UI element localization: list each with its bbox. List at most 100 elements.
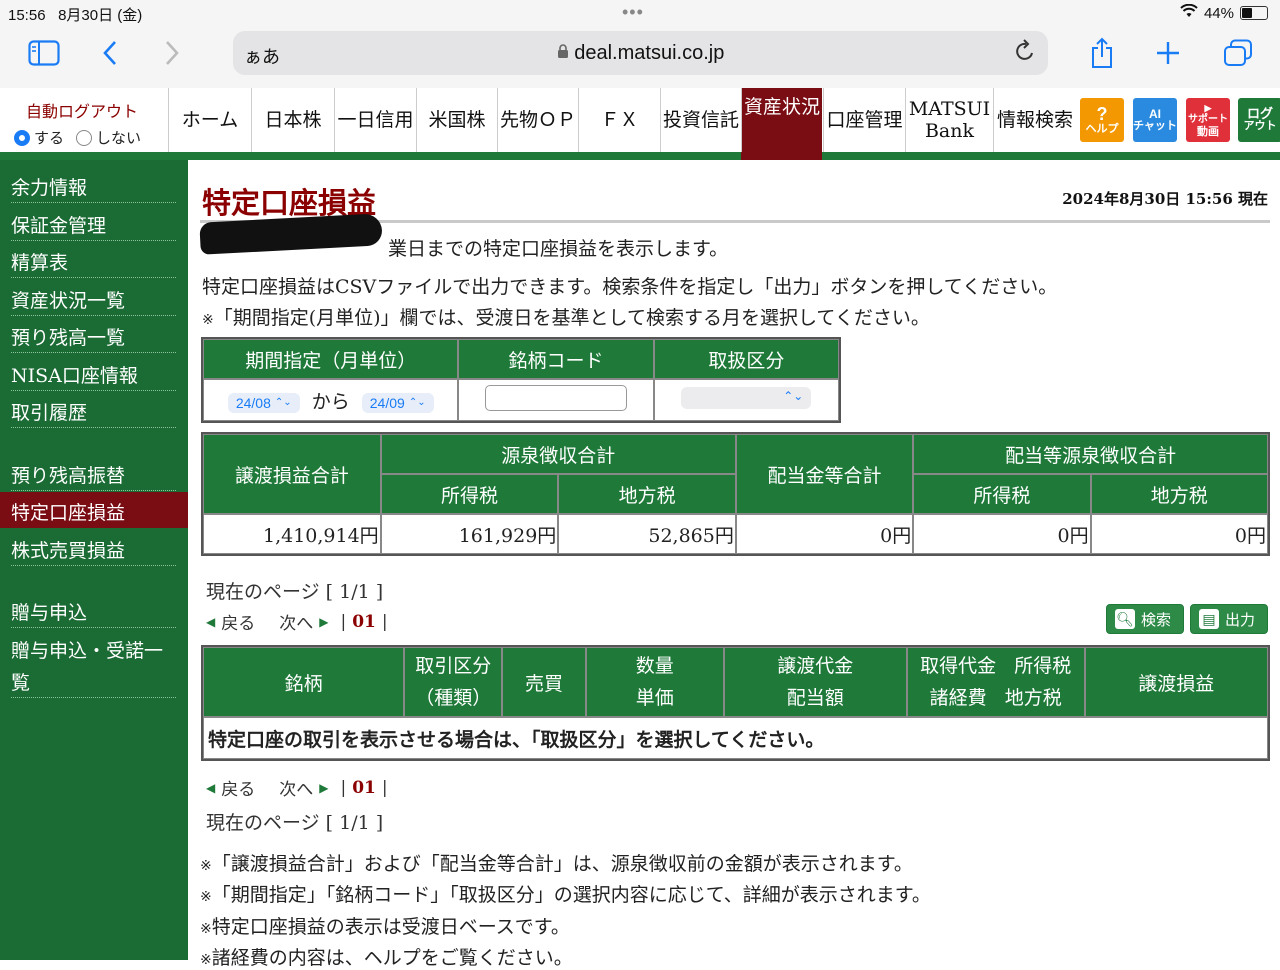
url-text: deal.matsui.co.jp [233,42,1048,65]
logout-icon: ログ [1246,106,1273,121]
sidebar-item-deposit-management[interactable]: 保証金管理 [0,205,188,241]
logout-button[interactable]: ログ アウト [1238,98,1280,142]
lock-icon [557,44,568,58]
sidebar-toggle-icon[interactable] [24,36,64,70]
dividend-withholding-header: 配当等源泉徴収合計 [913,434,1268,474]
nav-futures-options[interactable]: 先物ＯＰ [497,88,578,152]
next-arrow-icon: ▶ [319,780,329,795]
intro-line-1: 業日までの特定口座損益を表示します。 [388,238,729,260]
col-shutoku: 取得代金 所得税 諸経費 地方税 [906,647,1085,717]
period-cell: 24/08 ⌃⌄ から 24/09 ⌃⌄ [203,379,459,421]
results-message: 特定口座の取引を表示させる場合は、「取扱区分」を選択してください。 [203,717,1268,759]
pager-next-link[interactable]: 次へ [279,609,313,634]
battery-percent: 44% [1203,4,1234,22]
pager-page-01[interactable]: 01 [352,612,376,632]
ai-chat-icon: AI [1149,107,1161,121]
dividend-total-header: 配当金等合計 [735,434,914,514]
pager-page-01[interactable]: 01 [352,778,376,798]
status-bar: 15:56 8月30日 (金) ••• 44% [0,0,1280,26]
pager-next-link[interactable]: 次へ [279,775,313,800]
code-header: 銘柄コード [458,339,654,379]
sidebar-item-holdings-list[interactable]: 預り残高一覧 [0,317,188,353]
nav-japan-stocks[interactable]: 日本株 [251,88,334,152]
nav-asset-status[interactable]: 資産状況 [741,88,822,152]
help-icon: ? [1096,104,1108,124]
class-cell: ⌃⌄ [653,379,839,421]
sidebar-item-stock-trade-pl[interactable]: 株式売買損益 [0,530,188,566]
stock-code-input[interactable] [485,384,628,411]
period-header: 期間指定（月単位） [203,339,459,379]
class-select[interactable]: ⌃⌄ [681,386,812,409]
nav-matsui-bank[interactable]: MATSUI Bank [905,88,993,152]
sidebar-item-settlement[interactable]: 精算表 [0,242,188,278]
auto-logout-title: 自動ログアウト [26,102,139,121]
pager-top: ◀ 戻る 次へ ▶ | 01 | [206,609,388,635]
note-2: ※「期間指定」「銘柄コード」「取扱区分」の選択内容に応じて、詳細が表示されます。 [200,884,931,906]
auto-logout-off-label: しない [96,129,142,147]
nav-fx[interactable]: ＦＸ [578,88,660,152]
auto-logout-on-label: する [34,129,65,147]
summary-table: 譲渡損益合計 源泉徴収合計 配当金等合計 配当等源泉徴収合計 所得税 地方税 所… [201,432,1270,556]
income-tax-header: 所得税 [380,474,559,514]
sidebar-item-margin-info[interactable]: 余力情報 [0,167,188,203]
reload-icon[interactable] [1014,39,1036,70]
nav-investment-trusts[interactable]: 投資信託 [660,88,741,152]
status-time: 15:56 8月30日 (金) [8,7,143,24]
div-local-tax-value: 0円 [1090,514,1268,554]
note-3: ※特定口座損益の表示は受渡日ベースです。 [200,916,570,938]
share-icon[interactable] [1082,36,1122,70]
play-icon: ▶ [1204,103,1212,113]
site-nav: 自動ログアウト する しない ホーム 日本株 一日信用 米国株 先物ＯＰ ＦＸ … [0,88,1280,160]
search-button[interactable]: 🔍︎ 検索 [1106,604,1184,634]
back-arrow-icon: ◀ [206,780,216,795]
back-icon[interactable] [90,36,130,70]
sidebar-item-asset-list[interactable]: 資産状況一覧 [0,280,188,316]
withholding-total-header: 源泉徴収合計 [380,434,736,474]
nav-account-management[interactable]: 口座管理 [823,88,905,152]
col-joto-soneki: 譲渡損益 [1084,647,1268,717]
period-from-select[interactable]: 24/08 ⌃⌄ [227,392,300,413]
new-tab-icon[interactable] [1148,36,1188,70]
chevron-updown-icon: ⌃⌄ [783,388,804,403]
output-button[interactable]: ▤ 出力 [1190,604,1268,634]
note-1: ※「譲渡損益合計」および「配当金等合計」は、源泉徴収前の金額が表示されます。 [200,853,913,875]
sidebar-item-holdings-transfer[interactable]: 預り残高振替 [0,455,188,491]
tabs-overview-icon[interactable] [1218,36,1258,70]
nav-day-margin[interactable]: 一日信用 [334,88,416,152]
col-joto-daikin: 譲渡代金 配当額 [723,647,907,717]
sidebar-item-gift-application[interactable]: 贈与申込 [0,592,188,628]
nav-info-search[interactable]: 情報検索 [993,88,1076,152]
col-meigara: 銘柄 [203,647,405,717]
intro-line-3: ※「期間指定(月単位)」欄では、受渡日を基準として検索する月を選択してください。 [202,307,930,329]
battery-icon [1240,6,1268,20]
transfer-total-header: 譲渡損益合計 [203,434,381,514]
forward-icon[interactable] [152,36,192,70]
sidebar-item-nisa-info[interactable]: NISA口座情報 [0,355,188,391]
help-button[interactable]: ? ヘルプ [1080,98,1124,142]
transfer-total-value: 1,410,914円 [203,514,381,554]
pager-back-link[interactable]: 戻る [221,775,255,800]
nav-us-stocks[interactable]: 米国株 [416,88,497,152]
wifi-icon [1180,3,1198,22]
ai-chat-button[interactable]: AI チャット [1133,98,1177,142]
sidebar-item-specific-account-pl[interactable]: 特定口座損益 [0,492,188,528]
pager-back-link[interactable]: 戻る [221,609,255,634]
search-criteria-table: 期間指定（月単位） 銘柄コード 取扱区分 24/08 ⌃⌄ から 24/09 ⌃⌄ … [201,337,841,423]
multitasking-dots-icon[interactable]: ••• [622,2,644,23]
current-page-bottom: 現在のページ [ 1/1 ] [206,812,384,834]
main-content: 特定口座損益 2024年8月30日 15:56 現在 業日までの特定口座損益を表… [188,160,1280,969]
nav-home[interactable]: ホーム [168,88,251,152]
period-to-select[interactable]: 24/09 ⌃⌄ [361,392,434,413]
dividend-total-value: 0円 [735,514,914,554]
browser-toolbar: ぁあ deal.matsui.co.jp [0,26,1280,89]
code-cell [458,379,654,421]
auto-logout-off-radio[interactable] [76,129,93,146]
support-video-button[interactable]: ▶ サポート 動画 [1186,98,1230,142]
sidebar-item-trade-history[interactable]: 取引履歴 [0,392,188,428]
sidebar-item-gift-acceptance[interactable]: 贈与申込・受諾一 覧 [0,630,188,698]
pager-bottom: ◀ 戻る 次へ ▶ | 01 | [206,775,388,801]
chevron-updown-icon: ⌃⌄ [274,397,292,408]
address-bar[interactable]: ぁあ deal.matsui.co.jp [233,31,1048,75]
auto-logout-on-radio[interactable] [14,129,30,146]
div-local-tax-header: 地方税 [1090,474,1268,514]
